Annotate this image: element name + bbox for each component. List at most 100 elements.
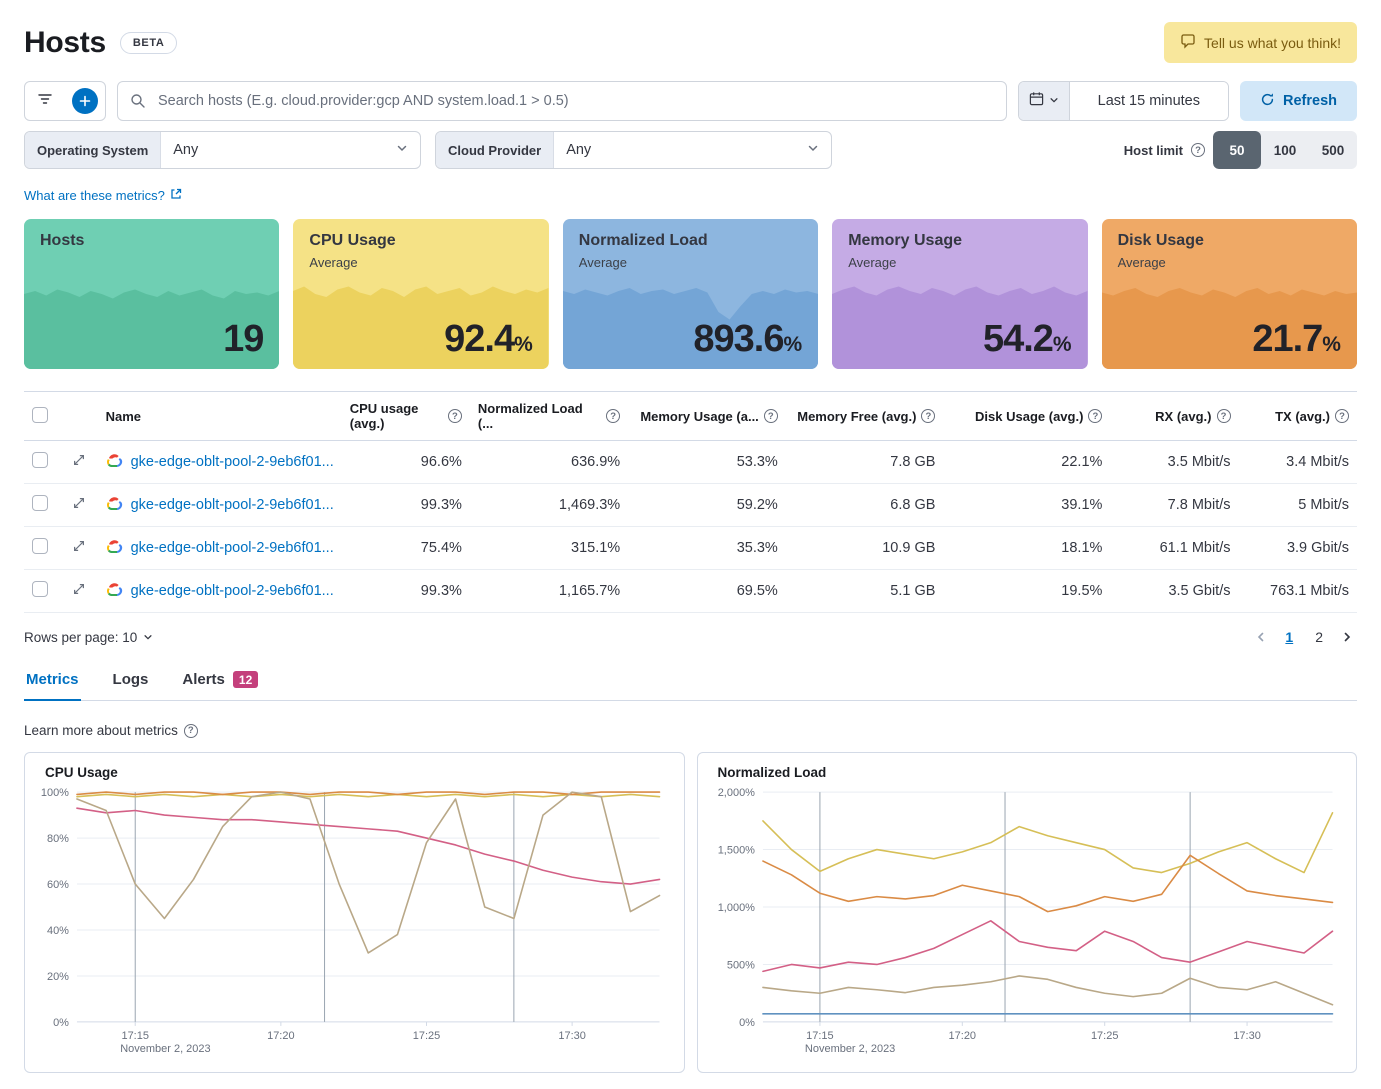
gcp-icon [106,453,123,471]
svg-text:17:15: 17:15 [121,1030,149,1042]
toolbar: Last 15 minutes Refresh [24,81,1357,121]
expand-icon[interactable] [72,541,86,557]
operating-system-select[interactable]: Operating System Any [24,131,421,169]
search-input[interactable] [117,81,1007,121]
gcp-icon [106,582,123,600]
chevron-down-icon [807,142,819,158]
svg-text:17:20: 17:20 [948,1030,976,1042]
kpi-disk-usage[interactable]: Disk Usage Average 21.7% [1102,219,1357,369]
expand-icon[interactable] [72,455,86,471]
column-header-memory-free[interactable]: Memory Free (avg.) [797,409,916,424]
memory-free-cell: 6.8 GB [786,484,944,527]
disk-usage-cell: 39.1% [943,484,1110,527]
column-header-disk-usage[interactable]: Disk Usage (avg.) [975,409,1083,424]
info-icon: ? [1191,143,1205,157]
column-header-normalized-load[interactable]: Normalized Load (... [478,401,601,431]
cpu-usage-chart-panel[interactable]: CPU Usage 0%20%40%60%80%100%17:15Novembe… [24,752,685,1073]
memory-usage-cell: 35.3% [628,527,786,570]
feedback-button[interactable]: Tell us what you think! [1164,22,1357,63]
tab-logs[interactable]: Logs [111,663,151,701]
host-name-link[interactable]: gke-edge-oblt-pool-2-9eb6f01... [131,454,334,470]
refresh-button-label: Refresh [1283,93,1337,109]
host-name-link[interactable]: gke-edge-oblt-pool-2-9eb6f01... [131,583,334,599]
rx-cell: 61.1 Mbit/s [1110,527,1238,570]
calendar-icon [1029,91,1044,111]
info-icon: ? [448,409,462,423]
kpi-tiles: Hosts 19 CPU Usage Average 92.4% Normali… [24,219,1357,369]
add-filter-button[interactable] [65,82,105,120]
what-are-these-metrics-link[interactable]: What are these metrics? [24,188,182,203]
row-checkbox[interactable] [32,538,48,554]
chevron-down-icon [1049,92,1059,110]
host-limit-100-button[interactable]: 100 [1261,131,1309,169]
host-limit-label: Host limit [1124,143,1183,158]
svg-text:November 2, 2023: November 2, 2023 [120,1043,210,1055]
tab-metrics[interactable]: Metrics [24,663,81,701]
kpi-memory-usage[interactable]: Memory Usage Average 54.2% [832,219,1087,369]
host-limit-button-group: 50 100 500 [1213,131,1357,169]
refresh-button[interactable]: Refresh [1240,81,1357,121]
svg-text:60%: 60% [47,879,69,891]
chart-title: CPU Usage [37,765,672,780]
table-row: gke-edge-oblt-pool-2-9eb6f01... 99.3% 1,… [24,570,1357,613]
filter-button[interactable] [25,82,65,120]
normalized-load-cell: 636.9% [470,441,628,484]
kpi-cpu-usage[interactable]: CPU Usage Average 92.4% [293,219,548,369]
svg-text:80%: 80% [47,833,69,845]
speech-bubble-icon [1180,33,1196,52]
disk-usage-cell: 18.1% [943,527,1110,570]
column-header-tx[interactable]: TX (avg.) [1275,409,1330,424]
host-name-link[interactable]: gke-edge-oblt-pool-2-9eb6f01... [131,540,334,556]
kpi-normalized-load[interactable]: Normalized Load Average 893.6% [563,219,818,369]
host-limit-50-button[interactable]: 50 [1213,131,1261,169]
table-row: gke-edge-oblt-pool-2-9eb6f01... 75.4% 31… [24,527,1357,570]
search-icon [130,93,146,114]
normalized-load-chart-panel[interactable]: Normalized Load 0%500%1,000%1,500%2,000%… [697,752,1358,1073]
date-quick-select-button[interactable] [1019,82,1070,120]
row-checkbox[interactable] [32,495,48,511]
learn-more-link[interactable]: Learn more about metrics [24,723,178,738]
memory-free-cell: 7.8 GB [786,441,944,484]
time-range-button[interactable]: Last 15 minutes [1070,82,1228,120]
date-picker: Last 15 minutes [1018,81,1229,121]
column-header-rx[interactable]: RX (avg.) [1155,409,1211,424]
page-header: Hosts BETA Tell us what you think! [24,22,1357,63]
info-icon: ? [184,724,198,738]
row-checkbox[interactable] [32,581,48,597]
svg-text:17:30: 17:30 [1233,1030,1261,1042]
rows-per-page-button[interactable]: Rows per page: 10 [24,630,153,645]
column-header-cpu[interactable]: CPU usage (avg.) [350,401,443,431]
previous-page-button[interactable] [1251,627,1271,647]
tab-alerts[interactable]: Alerts 12 [180,663,260,701]
info-icon: ? [921,409,935,423]
plus-icon [72,88,98,114]
rx-cell: 7.8 Mbit/s [1110,484,1238,527]
refresh-icon [1260,92,1275,111]
tx-cell: 5 Mbit/s [1239,484,1358,527]
expand-icon[interactable] [72,498,86,514]
cpu-cell: 96.6% [342,441,470,484]
page-2-button[interactable]: 2 [1307,625,1331,649]
row-checkbox[interactable] [32,452,48,468]
column-header-memory-usage[interactable]: Memory Usage (a... [640,409,759,424]
disk-usage-cell: 19.5% [943,570,1110,613]
cloud-provider-value: Any [566,142,591,158]
rx-cell: 3.5 Gbit/s [1110,570,1238,613]
normalized-load-cell: 315.1% [470,527,628,570]
host-limit-500-button[interactable]: 500 [1309,131,1357,169]
cloud-provider-select[interactable]: Cloud Provider Any [435,131,832,169]
next-page-button[interactable] [1337,627,1357,647]
gcp-icon [106,539,123,557]
host-limit-control: Host limit ? 50 100 500 [1124,131,1357,169]
kpi-hosts[interactable]: Hosts 19 [24,219,279,369]
cpu-cell: 99.3% [342,484,470,527]
host-name-link[interactable]: gke-edge-oblt-pool-2-9eb6f01... [131,497,334,513]
expand-icon[interactable] [72,584,86,600]
select-all-checkbox[interactable] [32,407,48,423]
svg-text:0%: 0% [53,1017,69,1029]
page-1-button[interactable]: 1 [1277,625,1301,649]
tx-cell: 3.9 Gbit/s [1239,527,1358,570]
page-title: Hosts [24,26,106,60]
svg-text:40%: 40% [47,925,69,937]
column-header-name[interactable]: Name [106,409,141,424]
